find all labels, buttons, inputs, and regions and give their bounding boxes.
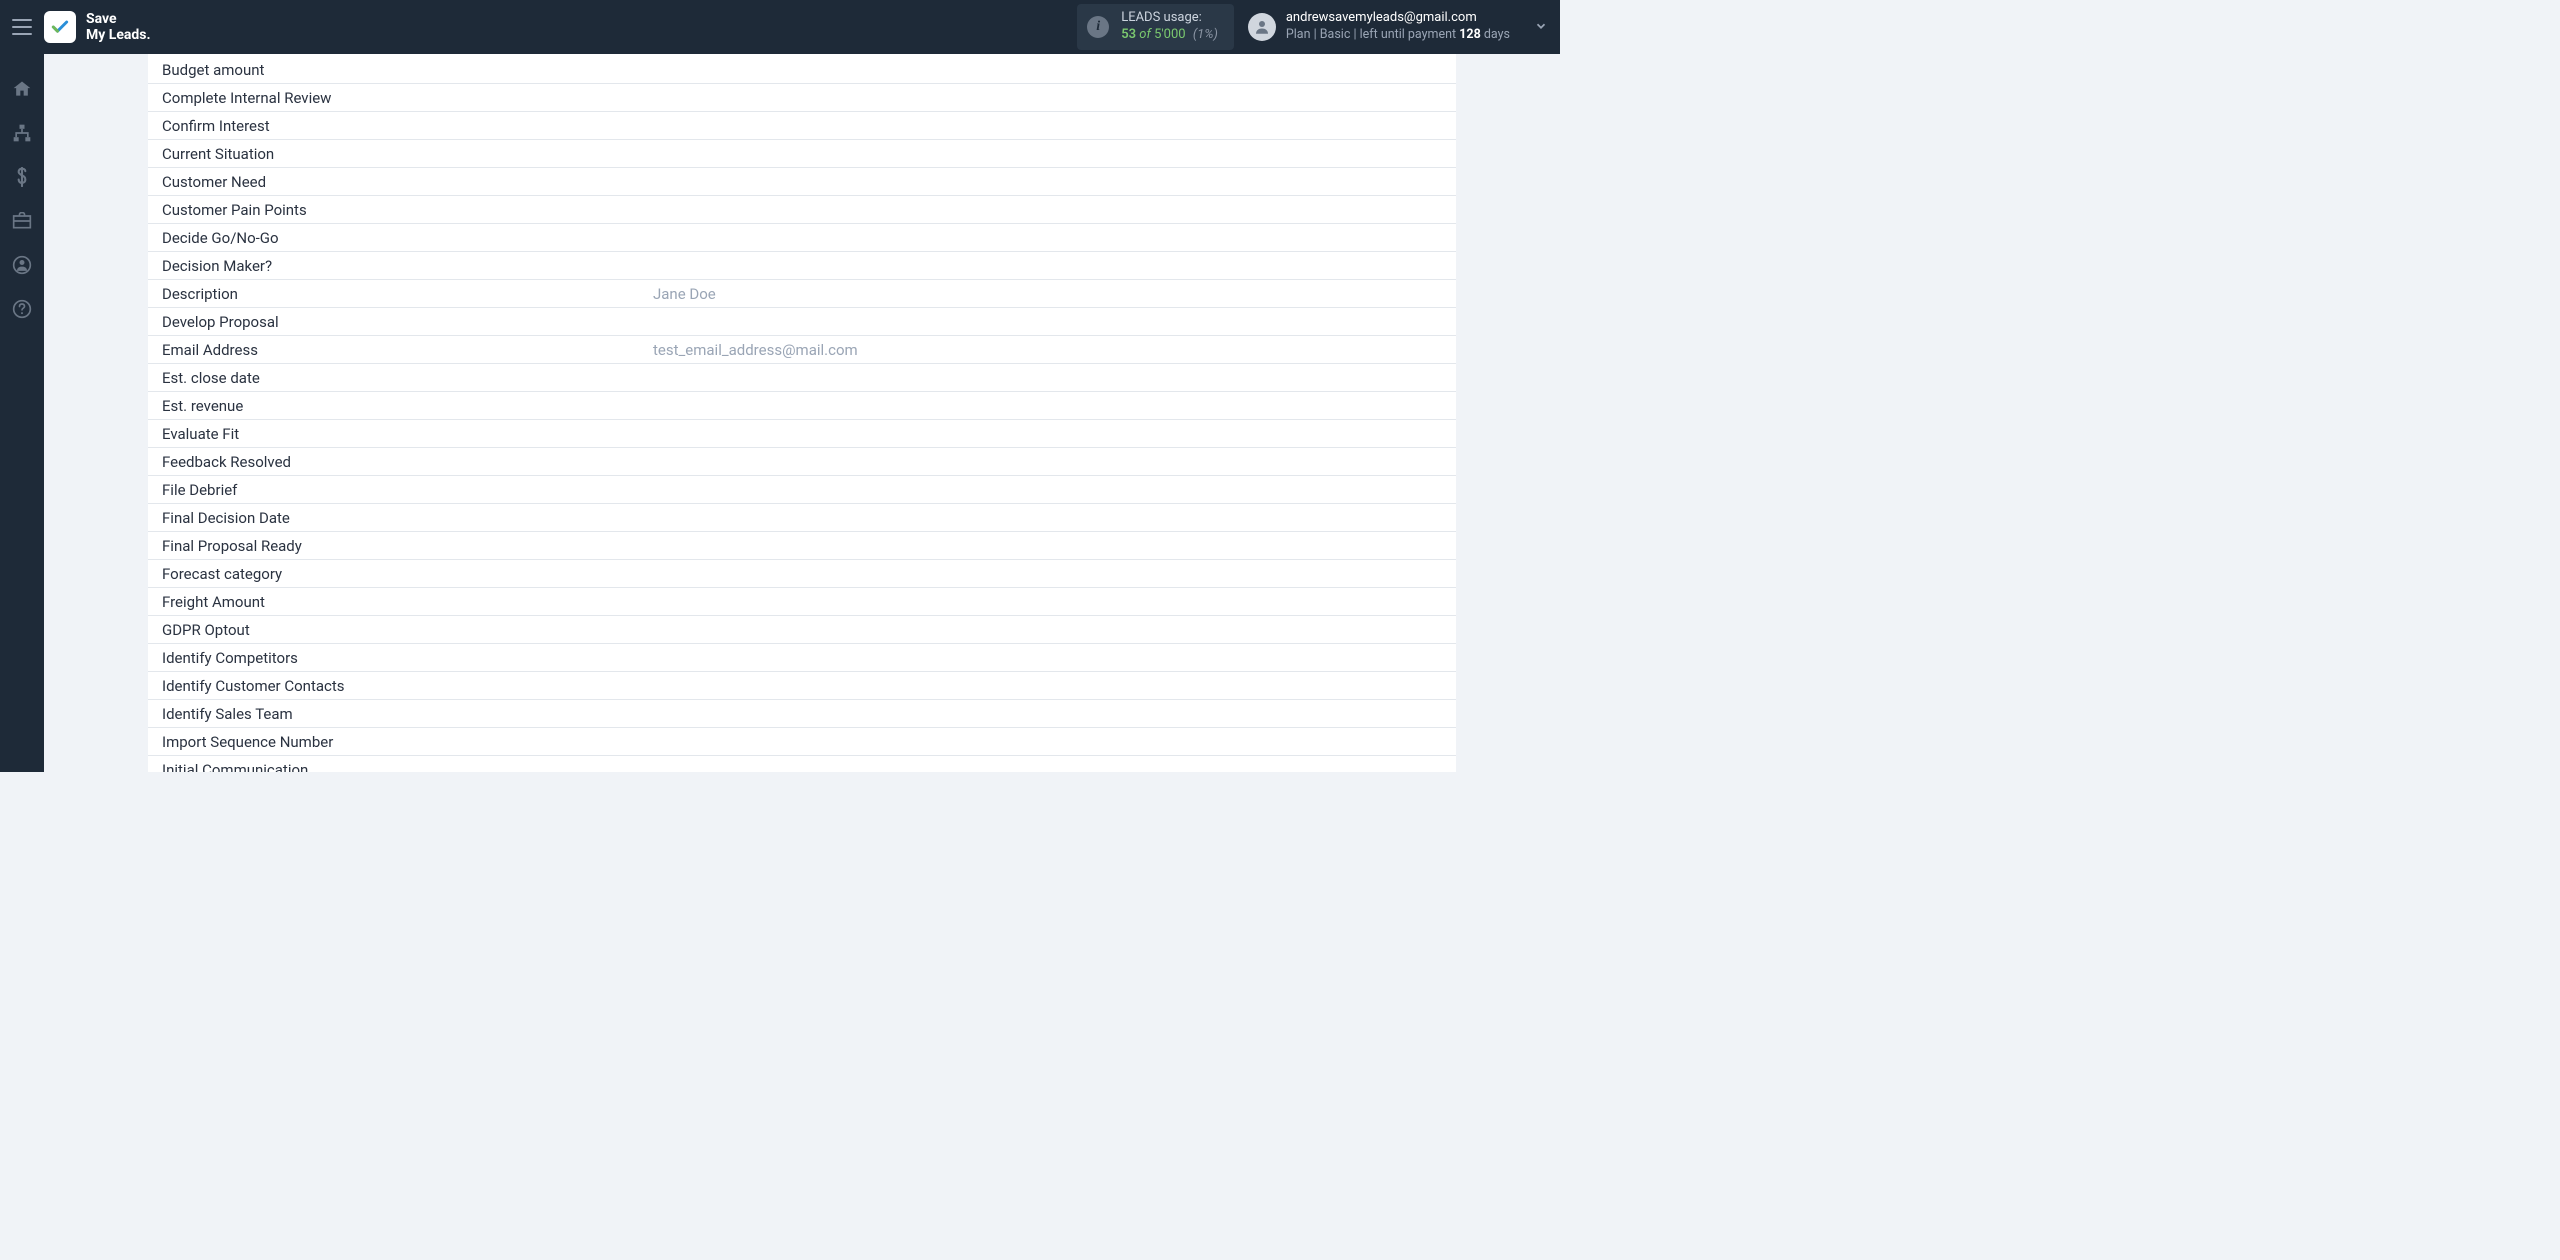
field-row[interactable]: Customer Pain Points	[148, 196, 1456, 224]
check-icon	[50, 17, 70, 37]
field-row[interactable]: Decision Maker?	[148, 252, 1456, 280]
field-row[interactable]: Feedback Resolved	[148, 448, 1456, 476]
field-label: Customer Need	[148, 173, 653, 191]
usage-text: LEADS usage: 53 of 5'000 (1%)	[1121, 10, 1218, 44]
field-row[interactable]: Identify Sales Team	[148, 700, 1456, 728]
user-icon	[1253, 18, 1271, 36]
field-label: Final Decision Date	[148, 509, 653, 527]
chevron-down-icon	[1534, 19, 1548, 33]
field-row[interactable]: DescriptionJane Doe	[148, 280, 1456, 308]
usage-title: LEADS usage:	[1121, 10, 1218, 27]
menu-toggle-button[interactable]	[12, 19, 32, 35]
field-row[interactable]: Freight Amount	[148, 588, 1456, 616]
field-value: Jane Doe	[653, 285, 716, 303]
field-label: Identify Competitors	[148, 649, 653, 667]
field-label: Description	[148, 285, 653, 303]
field-row[interactable]: Current Situation	[148, 140, 1456, 168]
field-label: Budget amount	[148, 61, 653, 79]
field-label: Customer Pain Points	[148, 201, 653, 219]
usage-widget[interactable]: i LEADS usage: 53 of 5'000 (1%)	[1077, 4, 1234, 50]
field-value: test_email_address@mail.com	[653, 341, 858, 359]
field-label: Identify Customer Contacts	[148, 677, 653, 695]
field-row[interactable]: Decide Go/No-Go	[148, 224, 1456, 252]
field-label: Est. revenue	[148, 397, 653, 415]
field-row[interactable]: Complete Internal Review	[148, 84, 1456, 112]
field-label: Initial Communication	[148, 761, 653, 773]
brand-name: Save My Leads.	[86, 11, 151, 43]
field-row[interactable]: File Debrief	[148, 476, 1456, 504]
sidebar-item-account[interactable]	[11, 254, 33, 276]
sidebar-item-sitemap[interactable]	[11, 122, 33, 144]
field-label: Forecast category	[148, 565, 653, 583]
field-label: Complete Internal Review	[148, 89, 653, 107]
user-menu[interactable]: andrewsavemyleads@gmail.com Plan | Basic…	[1248, 10, 1510, 43]
field-label: Evaluate Fit	[148, 425, 653, 443]
user-email: andrewsavemyleads@gmail.com	[1286, 10, 1510, 27]
user-menu-toggle[interactable]	[1534, 18, 1548, 37]
field-label: Confirm Interest	[148, 117, 653, 135]
brand-line1: Save	[86, 11, 151, 27]
field-row[interactable]: Est. revenue	[148, 392, 1456, 420]
briefcase-icon	[12, 212, 32, 230]
field-row[interactable]: Email Addresstest_email_address@mail.com	[148, 336, 1456, 364]
field-row[interactable]: Forecast category	[148, 560, 1456, 588]
brand-logo[interactable]	[44, 11, 76, 43]
user-circle-icon	[12, 255, 32, 275]
field-row[interactable]: GDPR Optout	[148, 616, 1456, 644]
user-plan: Plan | Basic | left until payment 128 da…	[1286, 27, 1510, 43]
content-area: Budget amount Complete Internal Review Con…	[44, 54, 1560, 772]
field-row[interactable]: Final Decision Date	[148, 504, 1456, 532]
sidebar	[0, 54, 44, 772]
avatar	[1248, 13, 1276, 41]
usage-detail: 53 of 5'000 (1%)	[1121, 27, 1218, 44]
field-label: Decision Maker?	[148, 257, 653, 275]
header: Save My Leads. i LEADS usage: 53 of 5'00…	[0, 0, 1560, 54]
field-row[interactable]: Import Sequence Number	[148, 728, 1456, 756]
help-icon	[12, 299, 32, 319]
field-row[interactable]: Initial Communication	[148, 756, 1456, 772]
field-label: Current Situation	[148, 145, 653, 163]
sidebar-item-home[interactable]	[11, 78, 33, 100]
field-label: Develop Proposal	[148, 313, 653, 331]
field-label: Decide Go/No-Go	[148, 229, 653, 247]
field-row[interactable]: Identify Customer Contacts	[148, 672, 1456, 700]
field-row[interactable]: Evaluate Fit	[148, 420, 1456, 448]
brand-line2: My Leads.	[86, 27, 151, 43]
field-row[interactable]: Identify Competitors	[148, 644, 1456, 672]
home-icon	[12, 79, 32, 99]
field-list: Budget amount Complete Internal Review Con…	[148, 54, 1456, 772]
field-row[interactable]: Customer Need	[148, 168, 1456, 196]
field-label: Feedback Resolved	[148, 453, 653, 471]
field-row[interactable]: Budget amount	[148, 56, 1456, 84]
field-label: Email Address	[148, 341, 653, 359]
field-label: GDPR Optout	[148, 621, 653, 639]
field-label: Final Proposal Ready	[148, 537, 653, 555]
field-row[interactable]: Final Proposal Ready	[148, 532, 1456, 560]
dollar-icon	[15, 167, 29, 187]
field-card: Budget amount Complete Internal Review Con…	[148, 54, 1456, 772]
field-label: Import Sequence Number	[148, 733, 653, 751]
sidebar-item-briefcase[interactable]	[11, 210, 33, 232]
field-row[interactable]: Confirm Interest	[148, 112, 1456, 140]
user-info: andrewsavemyleads@gmail.com Plan | Basic…	[1286, 10, 1510, 43]
sidebar-item-billing[interactable]	[11, 166, 33, 188]
field-label: Freight Amount	[148, 593, 653, 611]
field-row[interactable]: Develop Proposal	[148, 308, 1456, 336]
field-label: Est. close date	[148, 369, 653, 387]
field-row[interactable]: Est. close date	[148, 364, 1456, 392]
sitemap-icon	[12, 123, 32, 143]
field-label: Identify Sales Team	[148, 705, 653, 723]
info-icon: i	[1087, 16, 1109, 38]
sidebar-item-help[interactable]	[11, 298, 33, 320]
field-label: File Debrief	[148, 481, 653, 499]
